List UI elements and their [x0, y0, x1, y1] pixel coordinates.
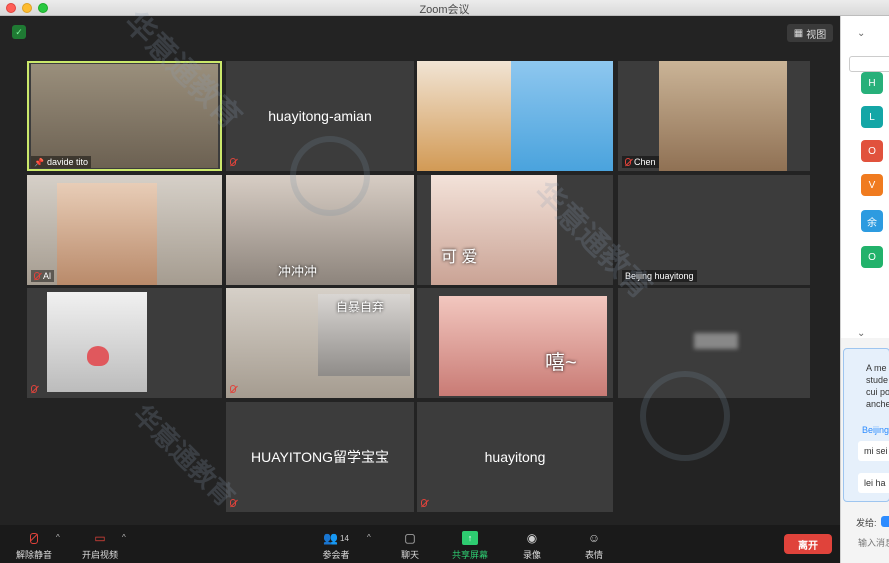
participant-avatar[interactable]: V	[861, 174, 883, 196]
reactions-button[interactable]: ☺ 表情	[564, 527, 624, 561]
side-panel: ⌄ H L O V 余 O ⌄ A me stude cui po anche …	[840, 16, 889, 563]
muted-mic-icon	[34, 272, 40, 280]
participants-icon: 👥 14	[323, 531, 349, 545]
participant-overlay-text: 可 爱	[441, 249, 478, 266]
participant-name-center: huayitong	[484, 449, 546, 465]
chat-icon: ▢	[404, 531, 416, 545]
participants-panel: ⌄ H L O V 余 O	[841, 16, 889, 338]
video-tile-xi[interactable]: 嘻~	[417, 288, 613, 398]
participant-name-center: HUAYITONG留学宝宝	[251, 449, 389, 465]
video-tile-chen[interactable]: Chen	[618, 61, 810, 171]
participant-name-label: 📌 davide tito	[31, 156, 91, 168]
muted-mic-icon	[31, 385, 37, 395]
chat-collapse-chevron-icon[interactable]: ⌄	[857, 328, 865, 339]
video-options-chevron-icon[interactable]: ^	[122, 533, 126, 542]
participant-video	[226, 175, 414, 285]
video-tile-al[interactable]: Al	[27, 175, 222, 285]
muted-mic-icon	[625, 158, 631, 166]
collapse-chevron-icon[interactable]: ⌄	[857, 28, 865, 39]
record-button[interactable]: ◉ 录像	[502, 527, 562, 561]
security-shield-icon[interactable]: ✓	[12, 25, 26, 39]
video-tile-huayitong[interactable]: huayitong	[417, 402, 613, 512]
leave-meeting-button[interactable]: 离开	[784, 534, 832, 554]
video-off-icon: ▭	[94, 531, 106, 545]
chat-message: lei ha	[858, 473, 889, 493]
grid-icon: ▦	[793, 27, 804, 39]
chat-button[interactable]: ▢ 聊天	[380, 527, 440, 561]
video-tile-blurred[interactable]	[618, 288, 810, 398]
unmute-button[interactable]: 解除静音	[4, 527, 64, 561]
video-tile-heart[interactable]	[27, 288, 222, 398]
participant-video	[47, 292, 147, 392]
video-tile-huayitong-liuxue[interactable]: HUAYITONG留学宝宝	[226, 402, 414, 512]
window-titlebar: Zoom会议	[0, 0, 889, 16]
video-tile-beijing-huayitong[interactable]: Beijing huayitong	[618, 175, 810, 285]
send-to-label: 发给:	[856, 518, 877, 528]
muted-mic-icon	[230, 499, 236, 509]
view-label: 视图	[806, 29, 827, 41]
record-icon: ◉	[526, 531, 538, 545]
video-tile-dog[interactable]	[417, 61, 613, 171]
participant-overlay-text: 嘻~	[545, 352, 577, 374]
participant-avatar[interactable]: H	[861, 72, 883, 94]
participant-video	[417, 61, 511, 171]
participant-name-center: huayitong-amian	[268, 108, 372, 124]
send-to-dropdown[interactable]	[881, 516, 889, 527]
video-tile-huayitong-amian[interactable]: huayitong-amian	[226, 61, 414, 171]
video-tile-chongchongchong[interactable]: 冲冲冲	[226, 175, 414, 285]
start-video-button[interactable]: ▭ 开启视频	[70, 527, 130, 561]
participant-search-input[interactable]	[849, 56, 889, 72]
window-title: Zoom会议	[419, 4, 470, 16]
chat-text-line: anche	[866, 399, 889, 409]
chat-text-line: A me	[866, 363, 887, 373]
share-screen-icon: ↑	[462, 531, 478, 545]
blurred-name	[694, 333, 738, 349]
chat-text-line: stude	[866, 375, 889, 385]
share-screen-button[interactable]: ↑ 共享屏幕	[440, 527, 500, 561]
participant-avatar[interactable]: 余	[861, 210, 883, 232]
chat-message-list: A me stude cui po anche Beijing mi sei l…	[843, 348, 889, 502]
participants-button[interactable]: 👥 14 参会者	[306, 527, 366, 561]
muted-mic-icon	[230, 385, 236, 395]
pin-icon: 📌	[34, 157, 44, 167]
audio-options-chevron-icon[interactable]: ^	[56, 533, 60, 542]
participant-overlay-text: 自暴自弃	[336, 300, 385, 314]
muted-mic-icon	[421, 499, 427, 509]
chat-text-line: cui po	[866, 387, 889, 397]
participants-options-chevron-icon[interactable]: ^	[367, 533, 371, 542]
video-stage: ✓ ▦ 视图 📌 davide tito huayitong-amian Che…	[0, 6, 840, 525]
participant-video	[31, 64, 218, 168]
participant-video	[57, 183, 157, 285]
participant-video	[659, 61, 787, 171]
chat-message: mi sei	[858, 441, 889, 461]
participant-avatar[interactable]: O	[861, 246, 883, 268]
chat-input[interactable]: 输入消息	[858, 536, 889, 549]
participant-name-label: Al	[31, 270, 55, 282]
video-tile-zibaoziqi[interactable]: 自暴自弃	[226, 288, 414, 398]
heart-icon	[87, 346, 109, 366]
video-tile-keai[interactable]: 可 爱	[417, 175, 613, 285]
participant-background	[511, 61, 613, 171]
view-button[interactable]: ▦ 视图	[787, 24, 833, 42]
participant-name-label: Beijing huayitong	[622, 270, 697, 282]
smiley-icon: ☺	[587, 531, 601, 545]
participant-avatar[interactable]: O	[861, 140, 883, 162]
participant-avatar[interactable]: L	[861, 106, 883, 128]
participant-overlay-text: 冲冲冲	[278, 264, 318, 279]
muted-mic-icon	[26, 531, 42, 545]
participant-name-label: Chen	[622, 156, 659, 168]
video-tile-davide-tito[interactable]: 📌 davide tito	[27, 61, 222, 171]
meeting-toolbar: 解除静音 ^ ▭ 开启视频 ^ 👥 14 参会者 ^ ▢ 聊天 ↑ 共享屏幕 ◉ …	[0, 525, 840, 563]
participant-video	[439, 296, 607, 396]
muted-mic-icon	[230, 158, 236, 168]
chat-sender-name: Beijing	[862, 425, 889, 435]
participant-video	[431, 175, 557, 285]
